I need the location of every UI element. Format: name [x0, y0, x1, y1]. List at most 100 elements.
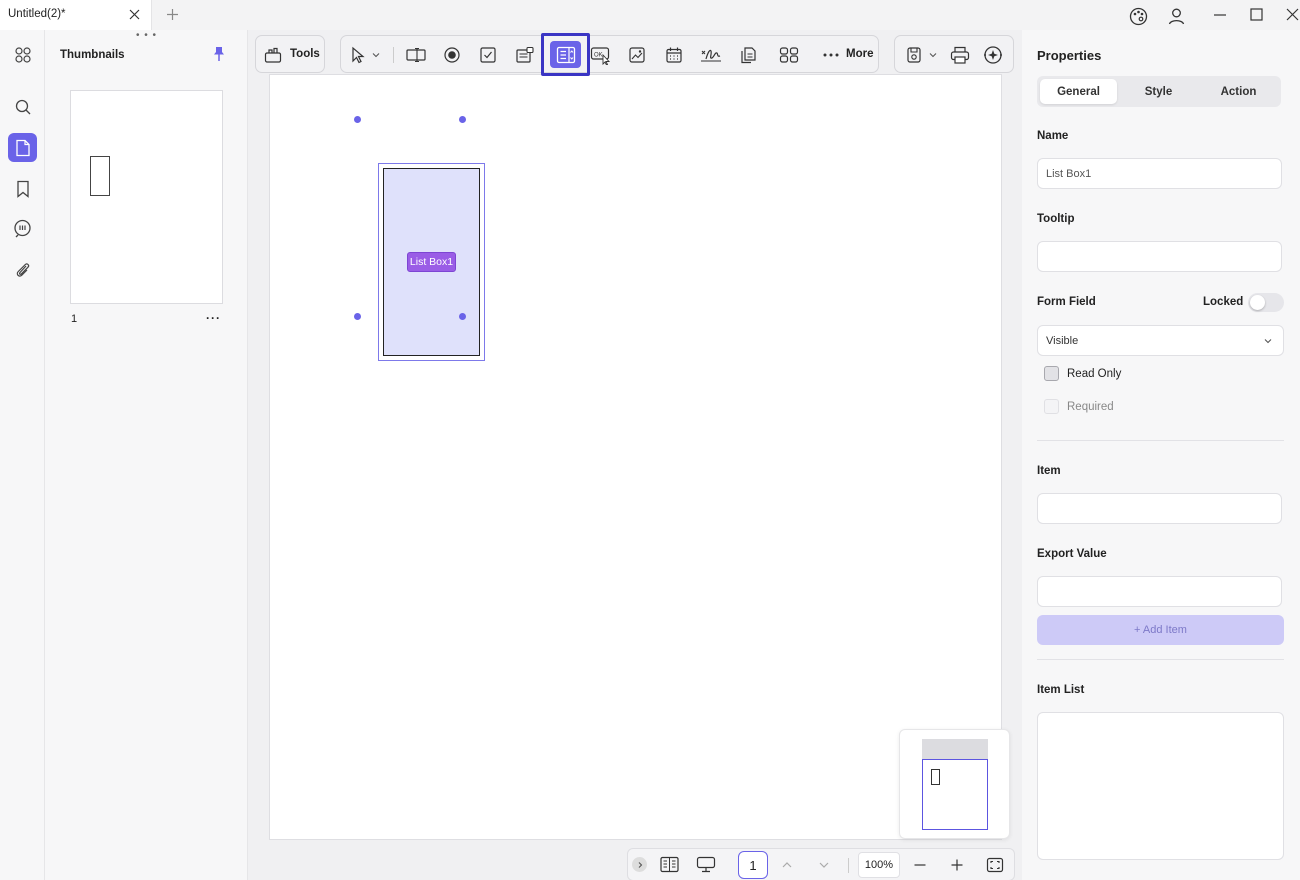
image-field-icon[interactable]: [626, 44, 648, 66]
locked-label: Locked: [1203, 296, 1244, 308]
document-tab[interactable]: Untitled(2)*: [0, 0, 152, 30]
page-layout-icon[interactable]: [660, 856, 679, 873]
page-minimap[interactable]: [899, 729, 1010, 839]
duplicate-fields-icon[interactable]: [737, 44, 759, 66]
print-icon[interactable]: [949, 44, 971, 66]
toggle-knob: [1250, 295, 1265, 310]
tooltip-label: Tooltip: [1037, 213, 1075, 225]
list-box-tool-button[interactable]: [541, 33, 590, 76]
button-field-icon[interactable]: OK: [590, 44, 612, 66]
left-rail: [0, 30, 45, 880]
new-tab-icon[interactable]: [166, 8, 179, 21]
bookmark-icon[interactable]: [8, 174, 37, 203]
item-list-box[interactable]: [1037, 712, 1284, 860]
tab-style[interactable]: Style: [1120, 79, 1197, 104]
next-page-icon[interactable]: [817, 858, 831, 872]
close-tab-icon[interactable]: [128, 8, 141, 21]
add-item-button[interactable]: + Add Item: [1037, 615, 1284, 645]
visibility-select[interactable]: Visible: [1037, 325, 1284, 356]
resize-handle-top-left[interactable]: [354, 116, 361, 123]
chevron-down-icon[interactable]: [369, 44, 383, 66]
minimap-viewport[interactable]: [922, 759, 988, 830]
field-name-tag: List Box1: [407, 252, 456, 272]
svg-text:OK: OK: [594, 53, 603, 59]
radio-button-icon[interactable]: [441, 44, 463, 66]
tooltip-input[interactable]: [1037, 241, 1282, 272]
name-input[interactable]: List Box1: [1037, 158, 1282, 189]
pin-icon[interactable]: [212, 46, 226, 62]
section-divider: [1037, 659, 1284, 660]
read-only-checkbox[interactable]: [1044, 366, 1059, 381]
attachment-icon[interactable]: [8, 255, 37, 284]
save-chevron-down-icon[interactable]: [926, 44, 940, 66]
item-input[interactable]: [1037, 493, 1282, 524]
locked-toggle[interactable]: [1248, 293, 1284, 312]
export-value-label: Export Value: [1037, 548, 1107, 560]
export-value-input[interactable]: [1037, 576, 1282, 607]
thumbnail-page-number: 1: [71, 313, 78, 325]
bar-divider: [848, 858, 849, 873]
title-bar: Untitled(2)*: [0, 0, 1300, 30]
item-label: Item: [1037, 465, 1061, 477]
minimize-icon[interactable]: [1212, 7, 1228, 23]
document-canvas: List Box1 Tools OK More 1 100%: [248, 30, 1022, 880]
thumbnail-list-box-preview: [90, 156, 110, 196]
page-thumbnail[interactable]: [70, 90, 223, 304]
chevron-down-icon: [1263, 336, 1273, 346]
zoom-level-input[interactable]: 100%: [858, 852, 900, 878]
comments-icon[interactable]: [8, 214, 37, 243]
read-only-label: Read Only: [1067, 368, 1122, 380]
page-number-input[interactable]: 1: [738, 851, 768, 879]
tools-label: Tools: [290, 48, 320, 60]
list-box-icon: [550, 41, 581, 68]
resize-handle-top-right[interactable]: [459, 116, 466, 123]
thumbnails-title: Thumbnails: [60, 49, 125, 61]
properties-tabs: General Style Action: [1037, 76, 1281, 107]
signature-field-icon[interactable]: [700, 44, 722, 66]
presentation-icon[interactable]: [696, 856, 716, 873]
more-label[interactable]: More: [846, 48, 873, 60]
required-checkbox[interactable]: [1044, 399, 1059, 414]
close-window-icon[interactable]: [1285, 7, 1300, 22]
toolbar-divider: [393, 47, 394, 63]
maximize-icon[interactable]: [1249, 7, 1265, 23]
ai-assistant-icon[interactable]: [982, 44, 1004, 66]
tab-action[interactable]: Action: [1200, 79, 1277, 104]
thumbnail-more-icon[interactable]: ···: [206, 311, 221, 325]
panel-resize-handle[interactable]: • • •: [136, 30, 157, 41]
tools-button[interactable]: Tools: [255, 35, 325, 73]
required-label: Required: [1067, 401, 1114, 413]
date-field-icon[interactable]: [663, 44, 685, 66]
select-pointer-icon[interactable]: [347, 44, 369, 66]
page-navigation-bar: 1 100%: [627, 848, 1015, 880]
search-icon[interactable]: [8, 92, 37, 121]
tab-general[interactable]: General: [1040, 79, 1117, 104]
resize-handle-bottom-left[interactable]: [354, 313, 361, 320]
properties-panel: Properties General Style Action Name Lis…: [1023, 30, 1300, 880]
resize-handle-bottom-right[interactable]: [459, 313, 466, 320]
collapse-bar-icon[interactable]: [632, 857, 647, 872]
zoom-in-icon[interactable]: [950, 858, 964, 872]
document-page[interactable]: List Box1: [269, 74, 1002, 840]
visibility-value: Visible: [1046, 335, 1079, 347]
thumbnails-panel: • • • Thumbnails 1 ···: [46, 30, 248, 880]
thumbnails-page-icon[interactable]: [8, 133, 37, 162]
account-icon[interactable]: [1167, 7, 1186, 26]
properties-title: Properties: [1037, 48, 1102, 63]
name-label: Name: [1037, 130, 1069, 142]
tab-title: Untitled(2)*: [8, 8, 66, 20]
arrange-grid-icon[interactable]: [778, 44, 800, 66]
more-dots-icon[interactable]: [820, 44, 842, 66]
combo-box-icon[interactable]: [514, 44, 536, 66]
toolbox-icon: [262, 44, 284, 66]
palette-icon[interactable]: [1129, 7, 1148, 26]
zoom-out-icon[interactable]: [913, 858, 927, 872]
apps-icon[interactable]: [8, 40, 37, 69]
previous-page-icon[interactable]: [780, 858, 794, 872]
checkbox-icon[interactable]: [477, 44, 499, 66]
form-field-label: Form Field: [1037, 296, 1096, 308]
text-field-icon[interactable]: [405, 44, 427, 66]
save-icon[interactable]: [903, 44, 925, 66]
fit-page-icon[interactable]: [986, 856, 1004, 874]
utility-toolbar: [894, 35, 1014, 73]
